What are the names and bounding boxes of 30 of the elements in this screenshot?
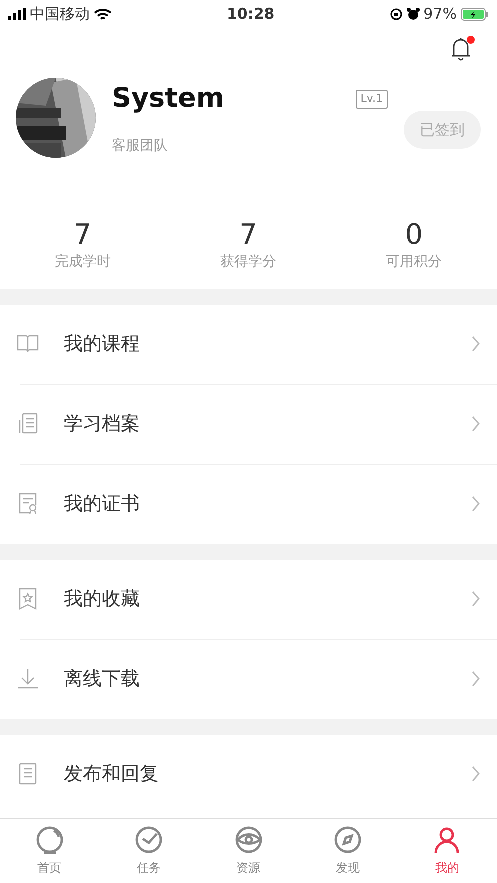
chevron-right-icon xyxy=(471,670,481,688)
team-name: 客服团队 xyxy=(112,136,169,156)
stat-label: 完成学时 xyxy=(54,252,111,272)
battery-percent: 97% xyxy=(424,4,457,25)
chevron-right-icon xyxy=(471,765,481,784)
chevron-right-icon xyxy=(471,590,481,608)
stat-value: 7 xyxy=(74,218,92,252)
download-icon xyxy=(16,667,40,692)
tab-item[interactable]: 任务 xyxy=(99,819,199,883)
tab-item[interactable]: 资源 xyxy=(198,819,298,883)
stat-value: 7 xyxy=(240,218,258,252)
chevron-right-icon xyxy=(471,495,481,514)
bell-icon xyxy=(449,36,473,62)
stat-label: 可用积分 xyxy=(386,252,442,272)
signal-icon xyxy=(8,8,26,20)
rotation-lock-icon xyxy=(390,8,403,20)
user-name: System xyxy=(112,82,224,116)
chevron-right-icon xyxy=(471,335,481,354)
tab-item[interactable]: 发现 xyxy=(298,819,398,883)
battery-icon xyxy=(461,8,489,20)
stat-label: 获得学分 xyxy=(220,252,276,272)
tab-item[interactable]: 首页 xyxy=(0,819,100,883)
stat-value: 0 xyxy=(405,218,424,252)
carrier-name: 中国移动 xyxy=(30,4,90,25)
level-tag: Lv.1 xyxy=(356,90,388,109)
status-time: 10:28 xyxy=(226,4,275,25)
wifi-icon xyxy=(94,8,112,20)
chevron-right-icon xyxy=(471,415,481,434)
notification-bell-button[interactable] xyxy=(449,36,473,62)
tab-item[interactable]: 我的 xyxy=(398,819,497,883)
